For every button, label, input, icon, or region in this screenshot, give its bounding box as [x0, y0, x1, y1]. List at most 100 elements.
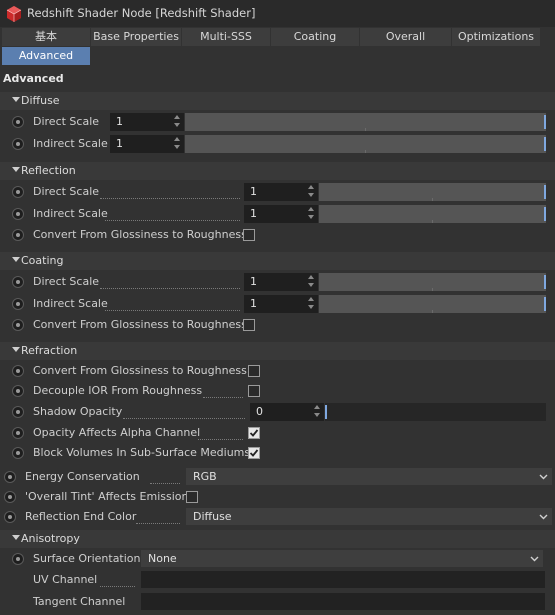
keyframe-radio-icon[interactable] [12, 447, 24, 459]
coating-direct-scale-label: Direct Scale [33, 275, 100, 288]
keyframe-radio-icon[interactable] [4, 491, 16, 503]
label-dots [100, 585, 135, 587]
slider-thumb[interactable] [544, 275, 546, 289]
coating-direct-scale-slider[interactable] [319, 273, 546, 291]
refraction-convert-roughness-checkbox[interactable] [248, 365, 260, 377]
field-value: 1 [250, 275, 257, 288]
spinner-arrows-icon[interactable] [313, 404, 321, 418]
slider-thumb[interactable] [544, 115, 546, 129]
field-value: 1 [250, 297, 257, 310]
spinner-arrows-icon[interactable] [173, 114, 181, 128]
keyframe-radio-icon[interactable] [12, 427, 24, 439]
tab-base-properties[interactable]: Base Properties [91, 28, 181, 46]
opacity-alpha-checkbox[interactable] [248, 427, 260, 439]
keyframe-radio-icon[interactable] [12, 385, 24, 397]
overall-tint-emission-checkbox[interactable] [186, 491, 198, 503]
shadow-opacity-field[interactable]: 0 [250, 403, 324, 421]
group-header-reflection[interactable]: Reflection [0, 162, 555, 180]
reflection-end-color-label: Reflection End Color [25, 510, 137, 523]
window-title: Redshift Shader Node [Redshift Shader] [27, 6, 256, 20]
label-dots [123, 417, 245, 419]
tab-coating[interactable]: Coating [271, 28, 359, 46]
tab-optimizations[interactable]: Optimizations [452, 28, 540, 46]
coating-indirect-scale-label: Indirect Scale [33, 297, 108, 310]
group-header-diffuse[interactable]: Diffuse [0, 92, 555, 110]
surface-orientation-label: Surface Orientation [33, 552, 141, 565]
uv-channel-label: UV Channel [33, 573, 98, 586]
decouple-ior-label: Decouple IOR From Roughness [33, 384, 203, 397]
spinner-arrows-icon[interactable] [307, 274, 315, 288]
keyframe-radio-icon[interactable] [12, 319, 24, 331]
spinner-arrows-icon[interactable] [307, 206, 315, 220]
reflection-direct-scale-field[interactable]: 1 [244, 183, 318, 201]
coating-indirect-scale-slider[interactable] [319, 295, 546, 313]
keyframe-radio-icon[interactable] [12, 298, 24, 310]
energy-conservation-dropdown[interactable]: RGB [186, 468, 552, 485]
slider-thumb[interactable] [544, 207, 546, 221]
slider-thumb[interactable] [325, 405, 327, 419]
shadow-opacity-label: Shadow Opacity [33, 405, 123, 418]
keyframe-radio-icon[interactable] [12, 116, 24, 128]
keyframe-radio-icon[interactable] [12, 365, 24, 377]
group-header-anisotropy[interactable]: Anisotropy [0, 530, 555, 548]
energy-conservation-label: Energy Conservation [25, 470, 140, 483]
field-value: 1 [116, 115, 123, 128]
spinner-arrows-icon[interactable] [307, 296, 315, 310]
keyframe-radio-icon[interactable] [12, 276, 24, 288]
decouple-ior-checkbox[interactable] [248, 385, 260, 397]
group-header-coating[interactable]: Coating [0, 252, 555, 270]
diffuse-indirect-scale-label: Indirect Scale [33, 137, 108, 150]
reflection-direct-scale-label: Direct Scale [33, 185, 100, 198]
tab-multi-sss[interactable]: Multi-SSS [182, 28, 270, 46]
reflection-indirect-scale-label: Indirect Scale [33, 207, 108, 220]
slider-thumb[interactable] [544, 137, 546, 151]
slider-thumb[interactable] [544, 297, 546, 311]
group-label: Anisotropy [21, 532, 80, 545]
group-label: Diffuse [21, 94, 60, 107]
group-label: Reflection [21, 164, 76, 177]
coating-convert-roughness-checkbox[interactable] [243, 319, 255, 331]
uv-channel-field[interactable] [141, 571, 545, 588]
reflection-indirect-scale-field[interactable]: 1 [244, 205, 318, 223]
reflection-indirect-scale-slider[interactable] [319, 205, 546, 223]
redshift-cube-icon [6, 6, 22, 22]
keyframe-radio-icon[interactable] [12, 208, 24, 220]
spinner-arrows-icon[interactable] [307, 184, 315, 198]
coating-direct-scale-field[interactable]: 1 [244, 273, 318, 291]
keyframe-radio-icon[interactable] [12, 138, 24, 150]
label-dots [100, 287, 240, 289]
shadow-opacity-slider[interactable] [325, 403, 546, 421]
chevron-down-icon [539, 474, 548, 480]
keyframe-radio-icon[interactable] [12, 553, 24, 565]
diffuse-indirect-scale-field[interactable]: 1 [110, 135, 184, 153]
keyframe-radio-icon[interactable] [12, 186, 24, 198]
keyframe-radio-icon[interactable] [4, 471, 16, 483]
label-dots [150, 482, 180, 484]
slider-thumb[interactable] [544, 185, 546, 199]
keyframe-radio-icon[interactable] [4, 511, 16, 523]
keyframe-radio-icon[interactable] [12, 229, 24, 241]
diffuse-indirect-scale-slider[interactable] [185, 135, 546, 153]
spinner-arrows-icon[interactable] [173, 136, 181, 150]
reflection-direct-scale-slider[interactable] [319, 183, 546, 201]
tangent-channel-field[interactable] [141, 593, 545, 610]
diffuse-direct-scale-field[interactable]: 1 [110, 113, 184, 131]
tab-advanced[interactable]: Advanced [2, 47, 90, 65]
tab-overall[interactable]: Overall [360, 28, 451, 46]
reflection-end-color-dropdown[interactable]: Diffuse [186, 508, 552, 525]
coating-indirect-scale-field[interactable]: 1 [244, 295, 318, 313]
diffuse-direct-scale-slider[interactable] [185, 113, 546, 131]
field-value: 0 [256, 405, 263, 418]
block-volumes-checkbox[interactable] [248, 447, 260, 459]
tab-basic[interactable]: 基本 [2, 28, 90, 46]
dropdown-value: Diffuse [193, 510, 232, 523]
surface-orientation-dropdown[interactable]: None [141, 550, 543, 567]
keyframe-radio-icon[interactable] [12, 406, 24, 418]
dropdown-value: None [148, 552, 177, 565]
reflection-convert-roughness-checkbox[interactable] [243, 229, 255, 241]
group-header-refraction[interactable]: Refraction [0, 342, 555, 360]
block-volumes-label: Block Volumes In Sub-Surface Mediums [33, 446, 251, 459]
reflection-convert-roughness-label: Convert From Glossiness to Roughness [33, 228, 247, 241]
expand-triangle-icon [12, 257, 20, 262]
expand-triangle-icon [12, 347, 20, 352]
